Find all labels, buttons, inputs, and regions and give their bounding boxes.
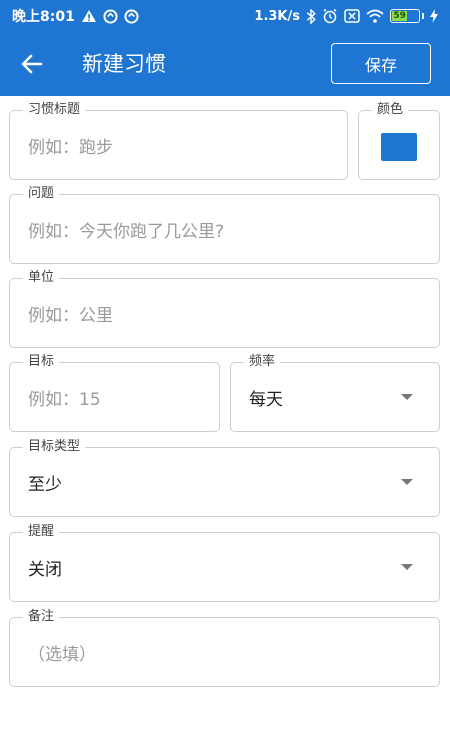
wifi-icon <box>366 9 384 23</box>
reminder-select[interactable]: 提醒 关闭 <box>9 524 440 602</box>
target-input[interactable]: 例如：15 <box>28 363 101 431</box>
frequency-select[interactable]: 频率 每天 <box>230 354 440 432</box>
battery-level: 59 <box>392 11 408 21</box>
charging-icon <box>430 9 438 23</box>
app-bar: 新建习惯 保存 <box>0 32 450 96</box>
unit-field[interactable]: 单位 例如：公里 <box>9 270 440 348</box>
habit-title-input[interactable]: 例如：跑步 <box>28 111 113 179</box>
sync-icon <box>124 8 139 24</box>
color-field[interactable]: 颜色 <box>358 102 440 180</box>
status-bar: 晚上8:01 1.3K/s 59 <box>0 0 450 32</box>
color-swatch[interactable] <box>381 133 417 161</box>
target-type-select[interactable]: 目标类型 至少 <box>9 439 440 517</box>
question-input[interactable]: 例如：今天你跑了几公里? <box>28 195 224 263</box>
notes-input[interactable]: （选填） <box>28 618 96 686</box>
question-field[interactable]: 问题 例如：今天你跑了几公里? <box>9 186 440 264</box>
color-label: 颜色 <box>372 102 409 118</box>
warning-icon <box>81 9 97 23</box>
chevron-down-icon <box>401 394 413 400</box>
battery-icon: 59 <box>390 9 424 23</box>
save-button[interactable]: 保存 <box>331 43 431 84</box>
arrow-left-icon <box>21 54 43 74</box>
sim-off-icon <box>344 9 360 23</box>
status-time: 晚上8:01 <box>12 9 75 25</box>
reminder-value: 关闭 <box>28 559 62 580</box>
chevron-down-icon <box>401 564 413 570</box>
back-button[interactable] <box>14 46 50 82</box>
habit-title-field[interactable]: 习惯标题 例如：跑步 <box>9 102 348 180</box>
unit-input[interactable]: 例如：公里 <box>28 279 113 347</box>
target-field[interactable]: 目标 例如：15 <box>9 354 220 432</box>
frequency-value: 每天 <box>249 389 283 410</box>
target-type-value: 至少 <box>28 474 62 495</box>
alarm-icon <box>322 8 338 24</box>
bluetooth-icon <box>306 8 316 24</box>
chevron-down-icon <box>401 479 413 485</box>
notes-field[interactable]: 备注 （选填） <box>9 609 440 687</box>
network-speed: 1.3K/s <box>254 8 300 24</box>
sync-icon <box>103 8 118 24</box>
page-title: 新建习惯 <box>82 52 166 76</box>
